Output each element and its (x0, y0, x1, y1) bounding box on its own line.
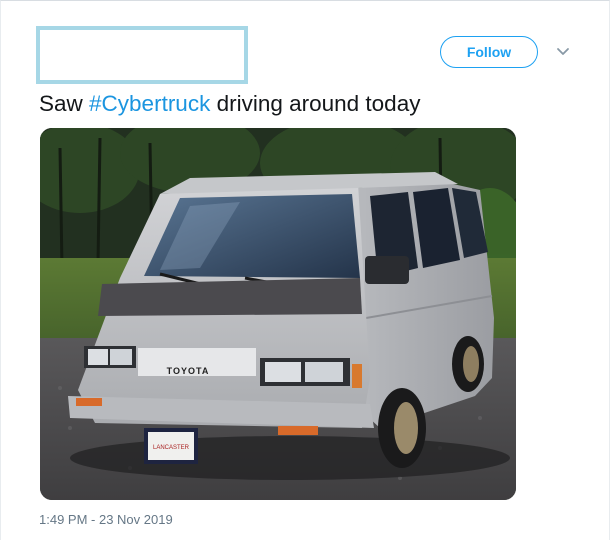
tweet-photo[interactable]: TOYOTA LANCASTER (40, 128, 516, 500)
tweet-text: Saw #Cybertruck driving around today (39, 88, 579, 120)
tweet-timestamp[interactable]: 1:49 PM - 23 Nov 2019 (39, 512, 173, 527)
license-plate-text: LANCASTER (153, 445, 190, 451)
chevron-down-icon[interactable] (553, 42, 573, 62)
hashtag-link[interactable]: #Cybertruck (89, 91, 210, 116)
tweet-text-prefix: Saw (39, 91, 90, 116)
toyota-van-photo: TOYOTA LANCASTER (40, 128, 516, 500)
tweet-text-suffix: driving around today (210, 91, 421, 116)
follow-button[interactable]: Follow (440, 36, 538, 68)
toyota-badge: TOYOTA (167, 366, 210, 376)
redacted-author-area (36, 26, 248, 84)
